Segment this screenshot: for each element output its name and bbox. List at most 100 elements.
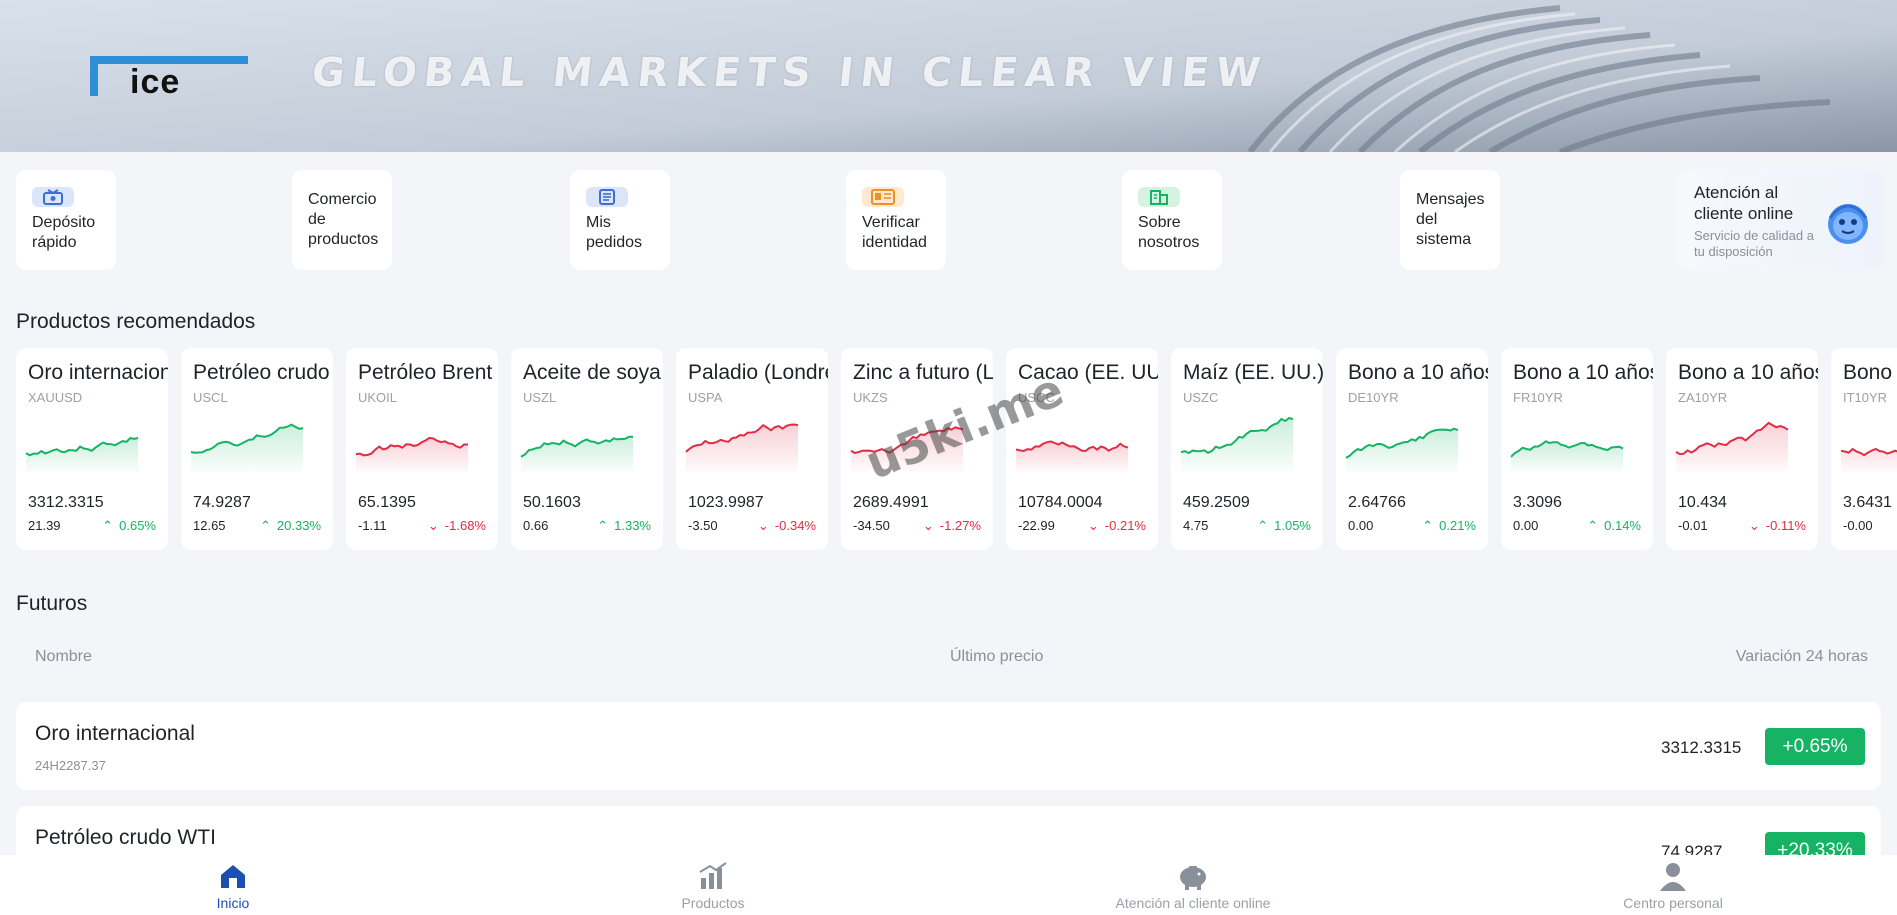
product-name: Bono a 10 años <box>1843 361 1897 384</box>
product-percent-value: -0.34% <box>774 518 816 533</box>
product-card[interactable]: Bono a 10 años FR10YR 3.3096 0.00 ⌃ 0.14% <box>1501 348 1653 550</box>
product-code: USZC <box>1183 390 1219 405</box>
mascot-icon <box>1828 204 1868 244</box>
online-support-card[interactable]: Atención al cliente online Servicio de c… <box>1676 170 1884 270</box>
product-price: 3.3096 <box>1513 494 1562 511</box>
nav-online-support[interactable]: Atención al cliente online <box>1093 855 1293 915</box>
product-percent-change: ⌃ 1.33% <box>597 518 651 534</box>
product-code: USPA <box>688 390 723 405</box>
product-card[interactable]: Cacao (EE. UU.) USCC 10784.0004 -22.99 ⌄ -0.2… <box>1006 348 1158 550</box>
futures-row-volume: 24H2287.37 <box>35 758 106 773</box>
product-code: FR10YR <box>1513 390 1563 405</box>
arrow-up-icon: ⌃ <box>597 518 609 533</box>
quick-trade[interactable]: Comercio de productos <box>292 170 392 270</box>
quick-deposit[interactable]: Depósito rápido <box>16 170 116 270</box>
product-code: UKOIL <box>358 390 398 405</box>
product-card[interactable]: Bono a 10 años ZA10YR 10.434 -0.01 ⌄ -0.11% <box>1666 348 1818 550</box>
deposit-icon <box>32 187 74 207</box>
arrow-down-icon: ⌄ <box>1087 518 1099 533</box>
arrow-down-icon: ⌄ <box>922 518 934 533</box>
recommended-title: Productos recomendados <box>16 310 256 333</box>
product-percent-value: 0.65% <box>119 518 156 533</box>
sparkline-chart <box>1840 447 1897 472</box>
quick-messages-label: Mensajes del sistema <box>1416 191 1485 248</box>
nav-home[interactable]: Inicio <box>133 855 333 915</box>
product-card[interactable]: Oro internacional XAUUSD 3312.3315 21.39 ⌃ 0.… <box>16 348 168 550</box>
arrow-up-icon: ⌃ <box>1257 518 1269 533</box>
nav-products[interactable]: Productos <box>613 855 813 915</box>
bottom-nav: Inicio Productos Atención al cliente onl… <box>0 855 1897 915</box>
product-change: 12.65 <box>193 518 226 533</box>
product-code: DE10YR <box>1348 390 1399 405</box>
sparkline-chart <box>1015 440 1129 472</box>
product-card[interactable]: Zinc a futuro (Londres) UKZS 2689.4991 -34.… <box>841 348 993 550</box>
sparkline-chart <box>1345 427 1459 472</box>
arrow-up-icon: ⌃ <box>102 518 114 533</box>
product-price: 459.2509 <box>1183 494 1250 511</box>
user-icon <box>1658 861 1688 891</box>
product-card[interactable]: Bono a 10 años IT10YR 3.6431 -0.00 <box>1831 348 1897 550</box>
product-percent-change: ⌃ 0.14% <box>1587 518 1641 534</box>
product-percent-value: -1.68% <box>444 518 486 533</box>
sparkline-chart <box>1675 421 1789 472</box>
product-code: USCL <box>193 390 228 405</box>
sparkline-chart <box>190 423 304 472</box>
nav-personal-center[interactable]: Centro personal <box>1573 855 1773 915</box>
product-change: -0.00 <box>1843 518 1873 533</box>
support-title: Atención al cliente online <box>1694 183 1794 223</box>
product-card[interactable]: Petróleo Brent (ICE) UKOIL 65.1395 -1.11 ⌄ -1… <box>346 348 498 550</box>
product-price: 3312.3315 <box>28 494 104 511</box>
futures-title: Futuros <box>16 592 88 615</box>
product-name: Aceite de soya (EE. UU.) <box>523 361 663 384</box>
product-code: XAUUSD <box>28 390 83 405</box>
product-name: Petróleo Brent (ICE) <box>358 361 498 384</box>
sparkline-chart <box>25 437 139 472</box>
product-percent-value: -0.11% <box>1765 518 1806 533</box>
orders-icon <box>586 187 628 207</box>
arrow-up-icon: ⌃ <box>260 518 271 533</box>
product-card[interactable]: Aceite de soya (EE. UU.) USZL 50.1603 0.66 ⌃… <box>511 348 663 550</box>
quick-verify-identity[interactable]: Verificar identidad <box>846 170 946 270</box>
piggy-bank-icon <box>1177 861 1209 891</box>
product-percent-change: ⌄ -1.68% <box>428 518 486 534</box>
quick-orders[interactable]: Mis pedidos <box>570 170 670 270</box>
product-percent-value: -0.21% <box>1104 518 1146 533</box>
logo-text: ice <box>130 63 181 101</box>
product-code: UKZS <box>853 390 888 405</box>
product-percent-change: ⌄ -0.11% <box>1749 518 1806 534</box>
product-card[interactable]: Paladio (Londres) USPA 1023.9987 -3.50 ⌄ -0.3… <box>676 348 828 550</box>
column-header-change: Variación 24 horas <box>1735 648 1868 665</box>
product-code: IT10YR <box>1843 390 1888 405</box>
product-card[interactable]: Bono a 10 años DE10YR 2.64766 0.00 ⌃ 0.21% <box>1336 348 1488 550</box>
futures-row[interactable]: Oro internacional 24H2287.37 3312.3315 +… <box>16 702 1881 790</box>
quick-about-us[interactable]: Sobre nosotros <box>1122 170 1222 270</box>
product-price: 10784.0004 <box>1018 494 1103 511</box>
sparkline-area <box>521 436 633 472</box>
recommended-products-carousel[interactable]: Oro internacional XAUUSD 3312.3315 21.39 ⌃ 0.… <box>16 348 1897 550</box>
product-change: 0.00 <box>1348 518 1374 533</box>
product-code: ZA10YR <box>1678 390 1728 405</box>
product-percent-change: ⌄ -0.21% <box>1088 518 1146 534</box>
product-change: 0.00 <box>1513 518 1539 533</box>
arrow-down-icon: ⌄ <box>757 518 769 533</box>
product-card[interactable]: Maíz (EE. UU.) USZC 459.2509 4.75 ⌃ 1.05% <box>1171 348 1323 550</box>
sparkline-area <box>1181 418 1293 472</box>
quick-system-messages[interactable]: Mensajes del sistema <box>1400 170 1500 270</box>
product-price: 74.9287 <box>193 494 251 511</box>
nav-home-label: Inicio <box>216 895 250 911</box>
product-name: Zinc a futuro (Londres) <box>853 361 993 384</box>
product-change: -0.01 <box>1678 518 1708 533</box>
futures-row-name: Oro internacional <box>35 722 195 745</box>
product-code: USZL <box>523 390 557 405</box>
sparkline-chart <box>685 423 799 472</box>
product-card[interactable]: Petróleo crudo WTI USCL 74.9287 12.65 ⌃ 20.33… <box>181 348 333 550</box>
arrow-down-icon: ⌄ <box>427 518 439 533</box>
futures-row-name: Petróleo crudo WTI <box>35 826 216 849</box>
product-name: Cacao (EE. UU.) <box>1018 361 1158 384</box>
product-change: -34.50 <box>853 518 890 533</box>
product-price: 3.6431 <box>1843 494 1892 511</box>
product-change: -22.99 <box>1018 518 1055 533</box>
building-icon <box>1138 187 1180 207</box>
quick-orders-label: Mis pedidos <box>586 214 643 251</box>
id-card-icon <box>862 187 904 207</box>
